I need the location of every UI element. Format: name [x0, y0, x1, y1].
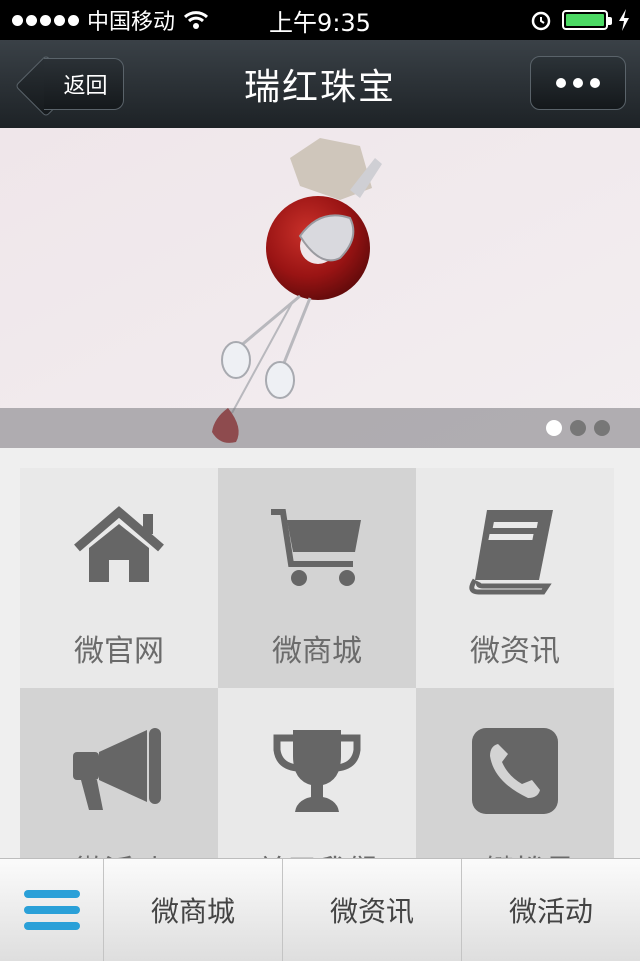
tile-icon-wrap [20, 506, 218, 596]
pager-dot-active[interactable] [546, 420, 562, 436]
tile-label: 微商城 [272, 634, 362, 669]
pager-dot[interactable] [570, 420, 586, 436]
banner-caption-bar [0, 408, 640, 448]
more-button[interactable] [530, 56, 626, 110]
charging-icon [619, 9, 629, 31]
bottom-tab-mall[interactable]: 微商城 [104, 859, 283, 961]
home-icon [74, 506, 164, 582]
trophy-icon [273, 730, 361, 812]
carousel-pager[interactable] [546, 420, 610, 436]
battery-icon [562, 10, 612, 30]
tile-website[interactable]: 微官网 [20, 468, 218, 688]
pendant-image [0, 128, 640, 448]
tile-label: 微资讯 [470, 634, 560, 669]
megaphone-icon [73, 728, 161, 810]
tile-news[interactable]: 微资讯 [416, 468, 614, 688]
status-right [530, 0, 630, 40]
bottom-tab-bar: 微商城 微资讯 微活动 [0, 858, 640, 961]
cart-icon [271, 509, 361, 586]
bottom-tab-news[interactable]: 微资讯 [283, 859, 462, 961]
tile-icon-wrap [218, 726, 416, 816]
pager-dot[interactable] [594, 420, 610, 436]
tile-icon-wrap [20, 726, 218, 816]
phone-icon [472, 728, 558, 814]
bottom-tab-events[interactable]: 微活动 [462, 859, 640, 961]
tile-icon-wrap [416, 726, 614, 816]
tile-icon-wrap [416, 506, 614, 596]
status-bar: 中国移动 上午9:35 [0, 0, 640, 40]
tile-icon-wrap [218, 506, 416, 596]
alarm-icon [531, 11, 551, 31]
nav-bar: 返回 瑞红珠宝 [0, 40, 640, 129]
more-dot [590, 78, 600, 88]
more-dots-icon [556, 78, 566, 88]
tile-label: 微官网 [74, 634, 164, 669]
tile-mall[interactable]: 微商城 [218, 468, 416, 688]
feature-grid: 微官网 微商城 微资讯 [20, 468, 614, 908]
banner-carousel[interactable] [0, 128, 640, 448]
more-dot [573, 78, 583, 88]
menu-icon[interactable] [0, 859, 104, 961]
book-icon [469, 510, 553, 595]
